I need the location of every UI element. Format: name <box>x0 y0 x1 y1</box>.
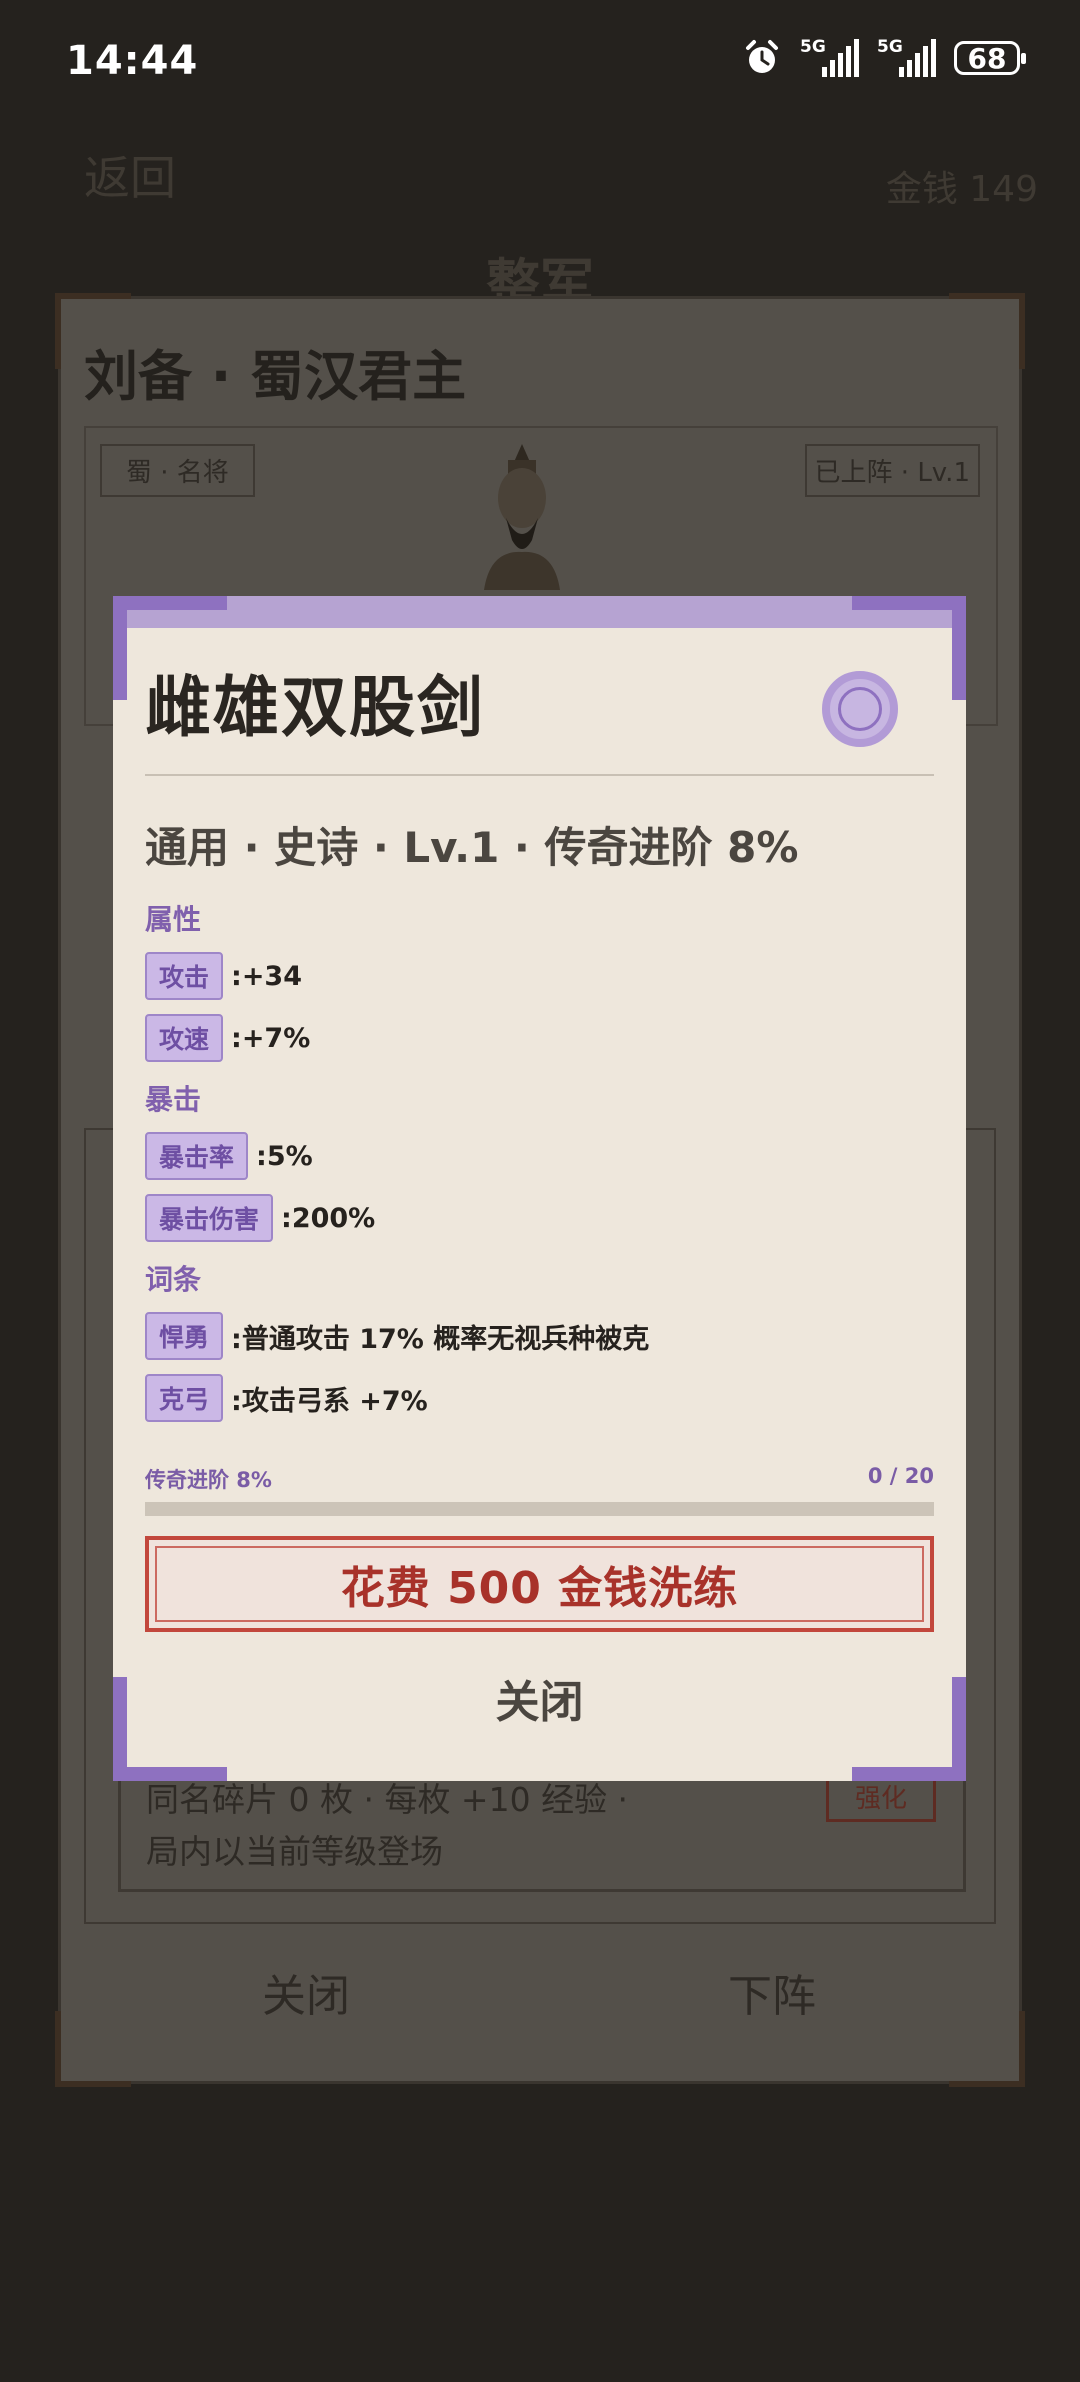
progress-count: 0 / 20 <box>867 1464 934 1488</box>
rarity-orb-icon <box>822 671 898 747</box>
battery-icon: 68 <box>954 41 1026 75</box>
affix-chip: 悍勇 <box>145 1312 224 1360</box>
attribute-value: :+7% <box>231 1022 311 1054</box>
hero-portrait <box>484 444 560 590</box>
unassign-button[interactable]: 下阵 <box>728 1960 816 2024</box>
section-affixes: 词条 <box>145 1263 202 1296</box>
back-button[interactable]: 返回 <box>84 142 176 208</box>
attribute-value: :5% <box>256 1140 313 1172</box>
attribute-row: 暴击伤害 :200% <box>145 1194 375 1242</box>
equipment-title: 雌雄双股剑 <box>145 669 485 746</box>
attribute-value: :+34 <box>231 960 303 992</box>
status-icons: 5G 5G 68 <box>742 37 1026 78</box>
equipment-modal: 雌雄双股剑 通用 · 史诗 · Lv.1 · 传奇进阶 8% 属性 攻击 :+3… <box>113 596 966 1781</box>
close-hero-button[interactable]: 关闭 <box>262 1960 350 2024</box>
attribute-chip: 攻击 <box>145 952 224 1000</box>
affix-chip: 克弓 <box>145 1374 224 1422</box>
fragment-line: 局内以当前等级登场 <box>146 1832 443 1871</box>
attribute-chip: 攻速 <box>145 1014 224 1062</box>
network-type-label: 5G <box>800 37 826 57</box>
attribute-row: 攻速 :+7% <box>145 1014 310 1062</box>
hero-name: 刘备 · 蜀汉君主 <box>84 345 467 408</box>
signal-icon-1: 5G <box>800 37 859 77</box>
alarm-icon <box>746 40 778 73</box>
battery-level: 68 <box>967 41 1007 75</box>
attribute-chip: 暴击率 <box>145 1132 249 1180</box>
affix-row: 克弓 :攻击弓系 +7% <box>145 1374 428 1422</box>
progress-bar <box>145 1502 934 1516</box>
status-bar: 14:44 5G 5G 68 <box>0 0 1080 120</box>
section-attributes: 属性 <box>145 903 202 936</box>
affix-row: 悍勇 :普通攻击 17% 概率无视兵种被克 <box>145 1312 649 1360</box>
reforge-label: 花费 500 金钱洗练 <box>340 1563 739 1614</box>
attribute-value: :200% <box>281 1202 376 1234</box>
attribute-row: 攻击 :+34 <box>145 952 302 1000</box>
affix-value: :攻击弓系 +7% <box>231 1385 428 1417</box>
divider <box>145 774 934 776</box>
progress-label: 传奇进阶 8% <box>145 1468 272 1492</box>
reforge-button[interactable]: 花费 500 金钱洗练 <box>145 1536 934 1632</box>
status-badge: 已上阵 · Lv.1 <box>804 444 980 497</box>
section-crit: 暴击 <box>145 1083 202 1116</box>
close-button[interactable]: 关闭 <box>113 1666 966 1730</box>
upgrade-button[interactable]: 强化 <box>826 1776 936 1822</box>
faction-badge: 蜀 · 名将 <box>100 444 255 497</box>
modal-top-band <box>113 596 966 628</box>
fragment-line: 同名碎片 0 枚 · 每枚 +10 经验 · <box>146 1780 629 1819</box>
fragment-info: 同名碎片 0 枚 · 每枚 +10 经验 · 局内以当前等级登场 <box>146 1774 628 1878</box>
network-type-label: 5G <box>877 37 903 57</box>
clock: 14:44 <box>66 38 199 84</box>
affix-value: :普通攻击 17% 概率无视兵种被克 <box>231 1323 650 1355</box>
attribute-row: 暴击率 :5% <box>145 1132 313 1180</box>
signal-icon-2: 5G <box>877 37 936 77</box>
gold-counter: 金钱 149 <box>885 169 1038 210</box>
attribute-chip: 暴击伤害 <box>145 1194 274 1242</box>
equipment-subtitle: 通用 · 史诗 · Lv.1 · 传奇进阶 8% <box>145 823 799 872</box>
